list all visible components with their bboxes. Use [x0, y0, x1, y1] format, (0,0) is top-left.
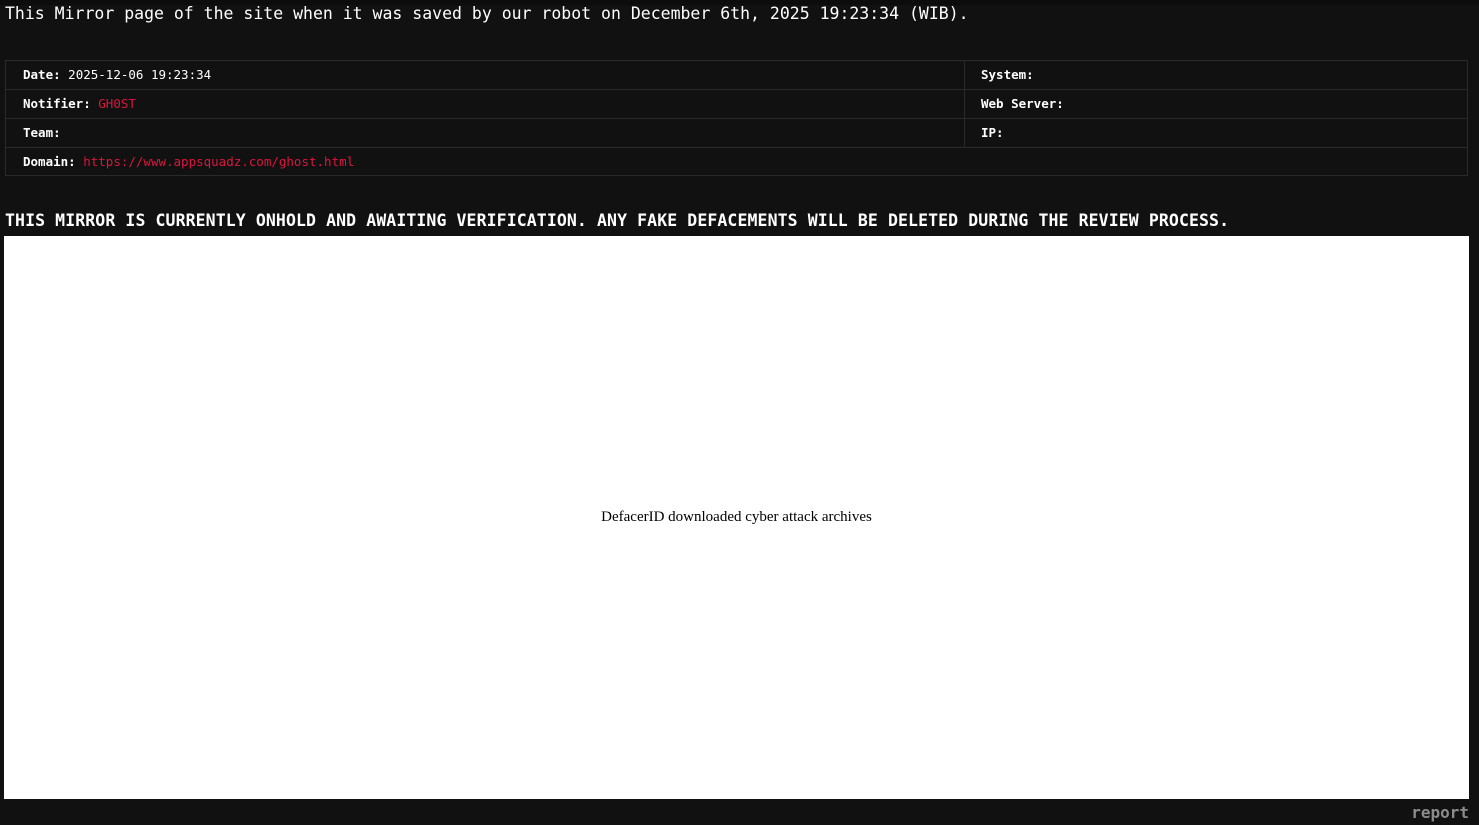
domain-label: Domain:	[23, 154, 76, 169]
notifier-link[interactable]: GH0ST	[98, 96, 136, 111]
system-cell: System:	[981, 61, 1034, 89]
report-link[interactable]: report	[1411, 803, 1469, 823]
domain-cell: Domain: https://www.appsquadz.com/ghost.…	[23, 148, 354, 177]
info-row-notifier: Notifier: GH0ST Web Server:	[6, 90, 1467, 119]
info-row-team: Team: IP:	[6, 119, 1467, 148]
ip-cell: IP:	[981, 119, 1004, 147]
date-label: Date:	[23, 67, 61, 82]
system-label: System:	[981, 67, 1034, 82]
webserver-cell: Web Server:	[981, 90, 1064, 118]
info-row-date: Date: 2025-12-06 19:23:34 System:	[6, 61, 1467, 90]
notifier-label: Notifier:	[23, 96, 91, 111]
domain-link[interactable]: https://www.appsquadz.com/ghost.html	[83, 154, 354, 169]
date-value: 2025-12-06 19:23:34	[68, 67, 212, 82]
team-cell: Team:	[23, 119, 61, 147]
onhold-notice: THIS MIRROR IS CURRENTLY ONHOLD AND AWAI…	[5, 211, 1230, 230]
info-row-domain: Domain: https://www.appsquadz.com/ghost.…	[6, 148, 1467, 177]
notifier-cell: Notifier: GH0ST	[23, 90, 136, 118]
saved-notice: This Mirror page of the site when it was…	[5, 4, 969, 23]
mirror-info-table: Date: 2025-12-06 19:23:34 System: Notifi…	[5, 60, 1468, 176]
team-label: Team:	[23, 125, 61, 140]
date-cell: Date: 2025-12-06 19:23:34	[23, 61, 211, 89]
mirror-content-text: DefacerID downloaded cyber attack archiv…	[601, 509, 872, 525]
mirror-frame[interactable]: DefacerID downloaded cyber attack archiv…	[4, 236, 1469, 799]
ip-label: IP:	[981, 125, 1004, 140]
webserver-label: Web Server:	[981, 96, 1064, 111]
